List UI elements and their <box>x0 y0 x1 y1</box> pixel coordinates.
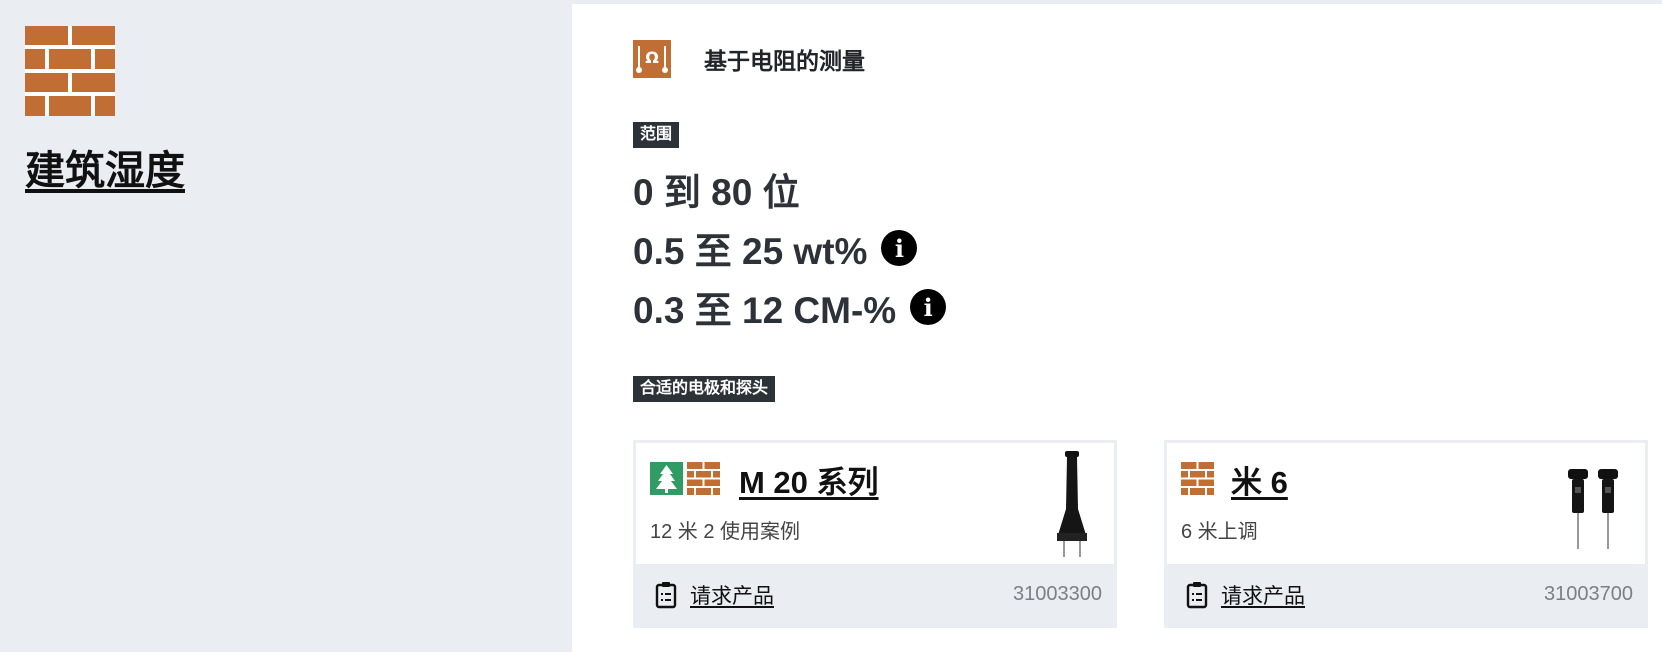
range-text: 0.5 至 25 wt% <box>633 231 868 272</box>
range-value-wt: 0.5 至 25 wt% i <box>633 221 918 275</box>
info-icon[interactable]: i <box>910 289 947 325</box>
product-request-bar: 请求产品 31003700 <box>1167 564 1645 625</box>
category-panel: 建筑湿度 <box>0 0 572 652</box>
range-text: 0.3 至 12 CM-% <box>633 290 897 331</box>
request-product-link[interactable]: 请求产品 <box>1221 580 1305 610</box>
product-subtitle: 6 米上调 <box>1181 521 1258 543</box>
product-card-m20: M 20 系列 12 米 2 使用案例 请求产品 31003300 <box>633 440 1117 628</box>
brick-wall-icon <box>25 26 115 116</box>
product-title-link[interactable]: 米 6 <box>1231 457 1288 502</box>
range-value-cm: 0.3 至 12 CM-% i <box>633 280 947 334</box>
svg-text:Ω: Ω <box>645 48 659 67</box>
electrode-m20-image <box>1057 451 1087 557</box>
clipboard-icon[interactable] <box>1186 581 1208 609</box>
electrode-m6-image <box>1568 469 1618 549</box>
brick-wall-icon <box>687 462 720 495</box>
product-card-m6: 米 6 6 米上调 请求产品 31003700 <box>1164 440 1648 628</box>
request-product-link[interactable]: 请求产品 <box>690 580 774 610</box>
electrodes-tag: 合适的电极和探头 <box>633 376 776 402</box>
clipboard-icon[interactable] <box>655 581 677 609</box>
method-header: Ω 基于电阻的测量 <box>633 40 865 78</box>
brick-wall-icon <box>1181 462 1214 495</box>
product-subtitle: 12 米 2 使用案例 <box>650 521 801 543</box>
tree-icon <box>650 462 683 495</box>
info-icon[interactable]: i <box>881 230 918 266</box>
product-title-link[interactable]: M 20 系列 <box>739 457 879 502</box>
range-tag: 范围 <box>633 122 680 148</box>
category-title-link[interactable]: 建筑湿度 <box>25 138 185 196</box>
method-title: 基于电阻的测量 <box>704 48 865 74</box>
resistance-ohm-icon: Ω <box>633 40 671 78</box>
product-request-bar: 请求产品 31003300 <box>636 564 1114 625</box>
range-value-digits: 0 到 80 位 <box>633 162 800 216</box>
article-number: 31003300 <box>1013 583 1102 605</box>
range-text: 0 到 80 位 <box>633 172 800 213</box>
article-number: 31003700 <box>1544 583 1633 605</box>
